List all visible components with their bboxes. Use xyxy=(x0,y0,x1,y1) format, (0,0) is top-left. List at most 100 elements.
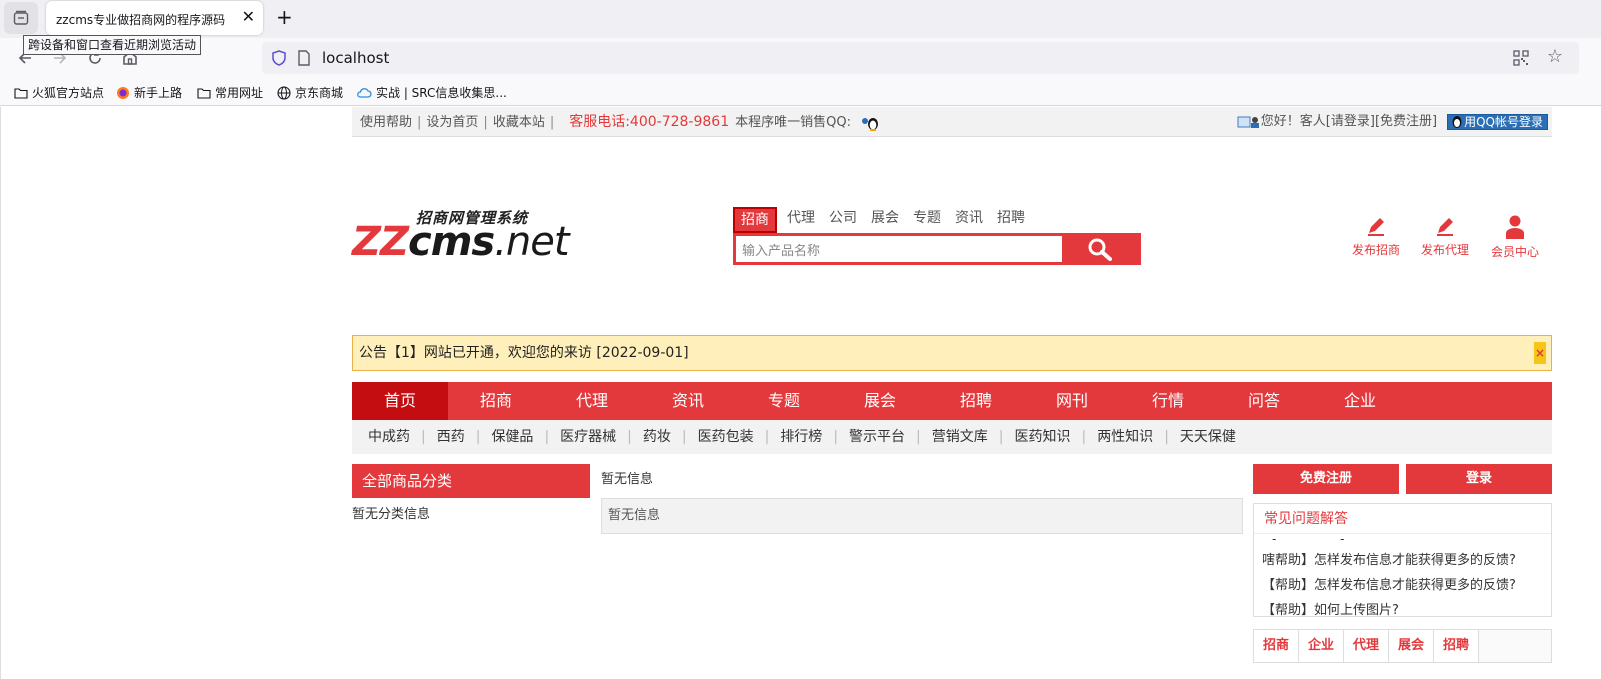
search-tab-zhuanti[interactable]: 专题 xyxy=(913,207,941,233)
subnav-item[interactable]: 天天保健 xyxy=(1180,429,1236,445)
user-card-icon xyxy=(1237,116,1259,128)
browser-tab-active[interactable]: zzcms专业做招商网的程序源码 ✕ xyxy=(46,1,263,35)
nav-qiye[interactable]: 企业 xyxy=(1312,382,1408,420)
register-link[interactable]: [免费注册] xyxy=(1375,107,1437,137)
favorite-link[interactable]: 收藏本站 xyxy=(493,115,545,130)
bookmark-item[interactable]: 新手上路 xyxy=(116,84,182,101)
subnav-item[interactable]: 排行榜 xyxy=(780,429,822,445)
sub-nav: 中成药 | 西药 | 保健品 | 医疗器械 | 药妆 | 医药包装 | 排行榜 | 警示平台 | 营销文库 | 医药… xyxy=(352,420,1552,454)
search-tab-gongsi[interactable]: 公司 xyxy=(829,207,857,233)
bookmark-label: 京东商城 xyxy=(295,86,344,100)
subnav-item[interactable]: 警示平台 xyxy=(849,429,905,445)
search-tab-zhaoshang[interactable]: 招商 xyxy=(733,207,777,233)
nav-zixun[interactable]: 资讯 xyxy=(640,382,736,420)
search-placeholder: 输入产品名称 xyxy=(742,244,821,259)
separator: | xyxy=(417,115,422,130)
side-tab-zhaopin[interactable]: 招聘 xyxy=(1434,630,1479,662)
side-tab-daili[interactable]: 代理 xyxy=(1344,630,1389,662)
page-icon[interactable] xyxy=(297,50,311,66)
page-viewport: 使用帮助 | 设为首页 | 收藏本站 | 客服电话:400-728-9861 本程序唯一销售Q… xyxy=(0,107,1601,679)
browser-tabbar: zzcms专业做招商网的程序源码 ✕ + xyxy=(0,0,1601,38)
tab-overview-icon xyxy=(13,10,29,25)
subnav-item[interactable]: 保健品 xyxy=(491,429,533,445)
search-tab-daili[interactable]: 代理 xyxy=(787,207,815,233)
faq-item[interactable]: 【帮助】如何上传图片? xyxy=(1262,598,1516,616)
publish-zhaoshang-link[interactable]: 发布招商 xyxy=(1346,215,1406,258)
nav-wangkan[interactable]: 网刊 xyxy=(1024,382,1120,420)
separator: | xyxy=(764,429,770,445)
subnav-item[interactable]: 医药包装 xyxy=(698,429,754,445)
side-tab-zhanhui[interactable]: 展会 xyxy=(1389,630,1434,662)
close-icon[interactable]: × xyxy=(1534,342,1546,364)
new-tab-icon[interactable]: + xyxy=(276,6,293,28)
subnav-item[interactable]: 医药知识 xyxy=(1014,429,1070,445)
url-text[interactable]: localhost xyxy=(322,49,389,67)
search-tabs: 招商 代理 公司 展会 专题 资讯 招聘 xyxy=(733,207,1039,233)
search-tab-zhaopin[interactable]: 招聘 xyxy=(997,207,1025,233)
subnav-item[interactable]: 中成药 xyxy=(368,429,410,445)
side-tabs: 招商 企业 代理 展会 招聘 xyxy=(1253,629,1552,663)
search-tab-zhanhui[interactable]: 展会 xyxy=(871,207,899,233)
main-nav: 首页 招商 代理 资讯 专题 展会 招聘 网刊 行情 问答 企业 xyxy=(352,382,1552,420)
qq-penguin-icon[interactable] xyxy=(859,115,881,131)
bookmark-item[interactable]: 京东商城 xyxy=(277,84,343,101)
bookmark-item[interactable]: 火狐官方站点 xyxy=(14,84,104,101)
faq-item[interactable]: 【帮助】怎样发布信息才能获得更多的反馈? xyxy=(1262,573,1516,598)
subnav-item[interactable]: 药妆 xyxy=(643,429,671,445)
folder-icon xyxy=(14,87,28,99)
bookmark-item[interactable]: 实战 | SRC信息收集思... xyxy=(356,84,507,101)
nav-hangqing[interactable]: 行情 xyxy=(1120,382,1216,420)
faq-dashes: - - xyxy=(1272,532,1375,546)
nav-home[interactable]: 首页 xyxy=(352,382,448,420)
search-tab-zixun[interactable]: 资讯 xyxy=(955,207,983,233)
side-tab-qiye[interactable]: 企业 xyxy=(1299,630,1344,662)
faq-panel: 常见问题解答 - - 嗐帮助】怎样发布信息才能获得更多的反馈? 【帮助】怎样发布… xyxy=(1253,503,1552,617)
nav-daili[interactable]: 代理 xyxy=(544,382,640,420)
subnav-item[interactable]: 两性知识 xyxy=(1097,429,1153,445)
quick-link-label: 发布招商 xyxy=(1351,243,1400,257)
tab-overview-button[interactable] xyxy=(4,2,38,34)
login-button[interactable]: 登录 xyxy=(1406,464,1552,494)
user-icon xyxy=(1506,215,1524,239)
announcement-bar: 公告【1】网站已开通，欢迎您的来访 [2022-09-01] × xyxy=(352,335,1552,371)
firefox-icon xyxy=(117,86,129,99)
qq-login-button[interactable]: 用QQ帐号登录 xyxy=(1447,114,1548,130)
announcement-text[interactable]: 公告【1】网站已开通，欢迎您的来访 [2022-09-01] xyxy=(359,336,689,370)
separator: | xyxy=(1081,429,1087,445)
nav-zhaopin[interactable]: 招聘 xyxy=(928,382,1024,420)
side-tab-zhaoshang[interactable]: 招商 xyxy=(1254,630,1299,662)
url-bar[interactable]: localhost ☆ xyxy=(262,42,1579,74)
subnav-item[interactable]: 营销文库 xyxy=(932,429,988,445)
subnav-item[interactable]: 西药 xyxy=(437,429,465,445)
bookmark-star-icon[interactable]: ☆ xyxy=(1547,48,1563,66)
separator: | xyxy=(421,429,426,445)
site-logo[interactable]: 招商网管理系统 ZZcms.net xyxy=(352,207,570,267)
search-input[interactable]: 输入产品名称 xyxy=(733,233,1141,265)
help-link[interactable]: 使用帮助 xyxy=(360,115,412,130)
search-button[interactable] xyxy=(1062,236,1138,262)
search-icon xyxy=(1088,238,1112,261)
cloud-icon xyxy=(357,87,372,98)
nav-zhanhui[interactable]: 展会 xyxy=(832,382,928,420)
member-center-link[interactable]: 会员中心 xyxy=(1485,215,1545,260)
nav-wenda[interactable]: 问答 xyxy=(1216,382,1312,420)
tooltip: 跨设备和窗口查看近期浏览活动 xyxy=(23,35,202,55)
bookmark-item[interactable]: 常用网址 xyxy=(197,84,263,101)
site-topbar: 使用帮助 | 设为首页 | 收藏本站 | 客服电话:400-728-9861 本程序唯一销售Q… xyxy=(352,107,1552,137)
publish-daili-link[interactable]: 发布代理 xyxy=(1415,215,1475,258)
login-link[interactable]: [请登录] xyxy=(1326,107,1375,137)
nav-zhuanti[interactable]: 专题 xyxy=(736,382,832,420)
subnav-item[interactable]: 医疗器械 xyxy=(560,429,616,445)
nav-zhaoshang[interactable]: 招商 xyxy=(448,382,544,420)
faq-item[interactable]: 嗐帮助】怎样发布信息才能获得更多的反馈? xyxy=(1262,548,1516,573)
category-empty-text: 暂无分类信息 xyxy=(352,507,431,522)
greeting-text: 您好！客人 xyxy=(1260,114,1326,129)
register-button[interactable]: 免费注册 xyxy=(1253,464,1399,494)
pencil-icon xyxy=(1368,218,1384,236)
qr-code-icon[interactable] xyxy=(1513,50,1529,66)
tab-close-icon[interactable]: ✕ xyxy=(242,8,255,26)
bookmark-label: 新手上路 xyxy=(134,86,183,100)
shield-icon[interactable] xyxy=(271,50,287,66)
set-homepage-link[interactable]: 设为首页 xyxy=(426,115,478,130)
separator: | xyxy=(681,429,687,445)
